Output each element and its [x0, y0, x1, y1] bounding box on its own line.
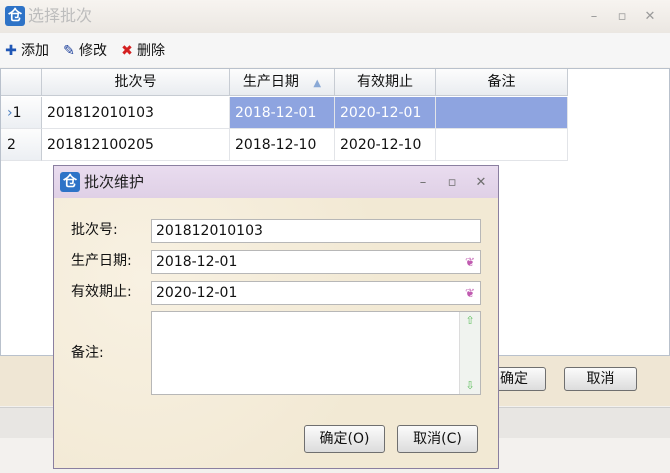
window-title: 选择批次 — [28, 6, 93, 25]
edit-label: 修改 — [79, 43, 107, 59]
production-date-header-label: 生产日期 — [242, 74, 299, 90]
production-date-label: 生产日期: — [71, 253, 132, 269]
column-header-production-date[interactable]: 生产日期 ▲ — [230, 69, 335, 96]
minimize-button[interactable]: – — [586, 9, 602, 25]
column-header-expiry-date[interactable]: 有效期止 — [335, 69, 436, 96]
dialog-minimize-button[interactable]: – — [415, 175, 431, 191]
x-icon: ✖ — [121, 43, 133, 59]
dialog-body: 批次号: 201812010103 生产日期: 2018-12-01 ❦ 有效期… — [54, 198, 498, 468]
close-button[interactable]: ✕ — [642, 9, 658, 25]
delete-label: 删除 — [137, 43, 165, 59]
maximize-button[interactable]: ▫ — [614, 9, 630, 25]
delete-button[interactable]: ✖ 删除 — [120, 42, 165, 60]
production-date-field[interactable]: 2018-12-01 ❦ — [151, 250, 481, 274]
column-header-batch[interactable]: 批次号 — [42, 69, 230, 96]
cell-batch[interactable]: 201812010103 — [42, 97, 230, 129]
dialog-ok-button[interactable]: 确定(O) — [304, 425, 385, 453]
batch-maintenance-dialog: 仓 批次维护 – ▫ ✕ 批次号: 201812010103 生产日期: 201… — [53, 165, 499, 469]
note-textarea[interactable]: ⇧ ⇩ — [151, 311, 481, 395]
add-label: 添加 — [21, 43, 49, 59]
toolbar: ✚ 添加 ✎ 修改 ✖ 删除 — [0, 33, 670, 67]
dialog-title-bar[interactable]: 仓 批次维护 – ▫ ✕ — [54, 166, 498, 198]
dialog-cancel-button[interactable]: 取消(C) — [397, 425, 478, 453]
cancel-button[interactable]: 取消 — [564, 367, 637, 391]
cell-batch[interactable]: 201812100205 — [42, 129, 230, 161]
expiry-date-value: 2020-12-01 — [156, 285, 238, 301]
note-label: 备注: — [71, 345, 104, 361]
row-index: 2 — [7, 137, 16, 153]
expiry-date-label: 有效期止: — [71, 284, 132, 300]
scroll-down-icon[interactable]: ⇩ — [462, 379, 478, 392]
batch-input[interactable]: 201812010103 — [151, 219, 481, 243]
batch-label: 批次号: — [71, 222, 118, 238]
production-date-value: 2018-12-01 — [156, 254, 238, 270]
sort-ascending-icon: ▲ — [313, 78, 322, 89]
row-index: 1 — [12, 105, 22, 121]
dialog-close-button[interactable]: ✕ — [473, 175, 489, 191]
cell-note[interactable] — [436, 129, 568, 161]
pen-icon: ✎ — [63, 43, 75, 59]
butterfly-icon[interactable]: ❦ — [465, 251, 475, 273]
grid-corner — [1, 69, 42, 96]
note-scrollbar[interactable]: ⇧ ⇩ — [459, 312, 480, 394]
column-header-note[interactable]: 备注 — [436, 69, 568, 96]
cell-note[interactable] — [436, 97, 568, 129]
app-icon: 仓 — [5, 6, 25, 26]
scroll-up-icon[interactable]: ⇧ — [462, 314, 478, 327]
cell-production-date[interactable]: 2018-12-10 — [230, 129, 335, 161]
cell-production-date[interactable]: 2018-12-01 — [230, 97, 335, 129]
plus-icon: ✚ — [5, 43, 17, 59]
row-header-2[interactable]: 2 — [1, 129, 42, 161]
edit-button[interactable]: ✎ 修改 — [62, 42, 107, 60]
cell-expiry-date[interactable]: 2020-12-10 — [335, 129, 436, 161]
expiry-date-field[interactable]: 2020-12-01 ❦ — [151, 281, 481, 305]
dialog-title: 批次维护 — [84, 173, 145, 191]
dialog-maximize-button[interactable]: ▫ — [444, 175, 460, 191]
title-bar[interactable]: 仓 选择批次 – ▫ ✕ — [0, 0, 670, 33]
add-button[interactable]: ✚ 添加 — [4, 42, 49, 60]
cell-expiry-date[interactable]: 2020-12-01 — [335, 97, 436, 129]
butterfly-icon[interactable]: ❦ — [465, 282, 475, 304]
row-header-1[interactable]: ›1 — [1, 97, 42, 129]
dialog-app-icon: 仓 — [60, 172, 80, 192]
